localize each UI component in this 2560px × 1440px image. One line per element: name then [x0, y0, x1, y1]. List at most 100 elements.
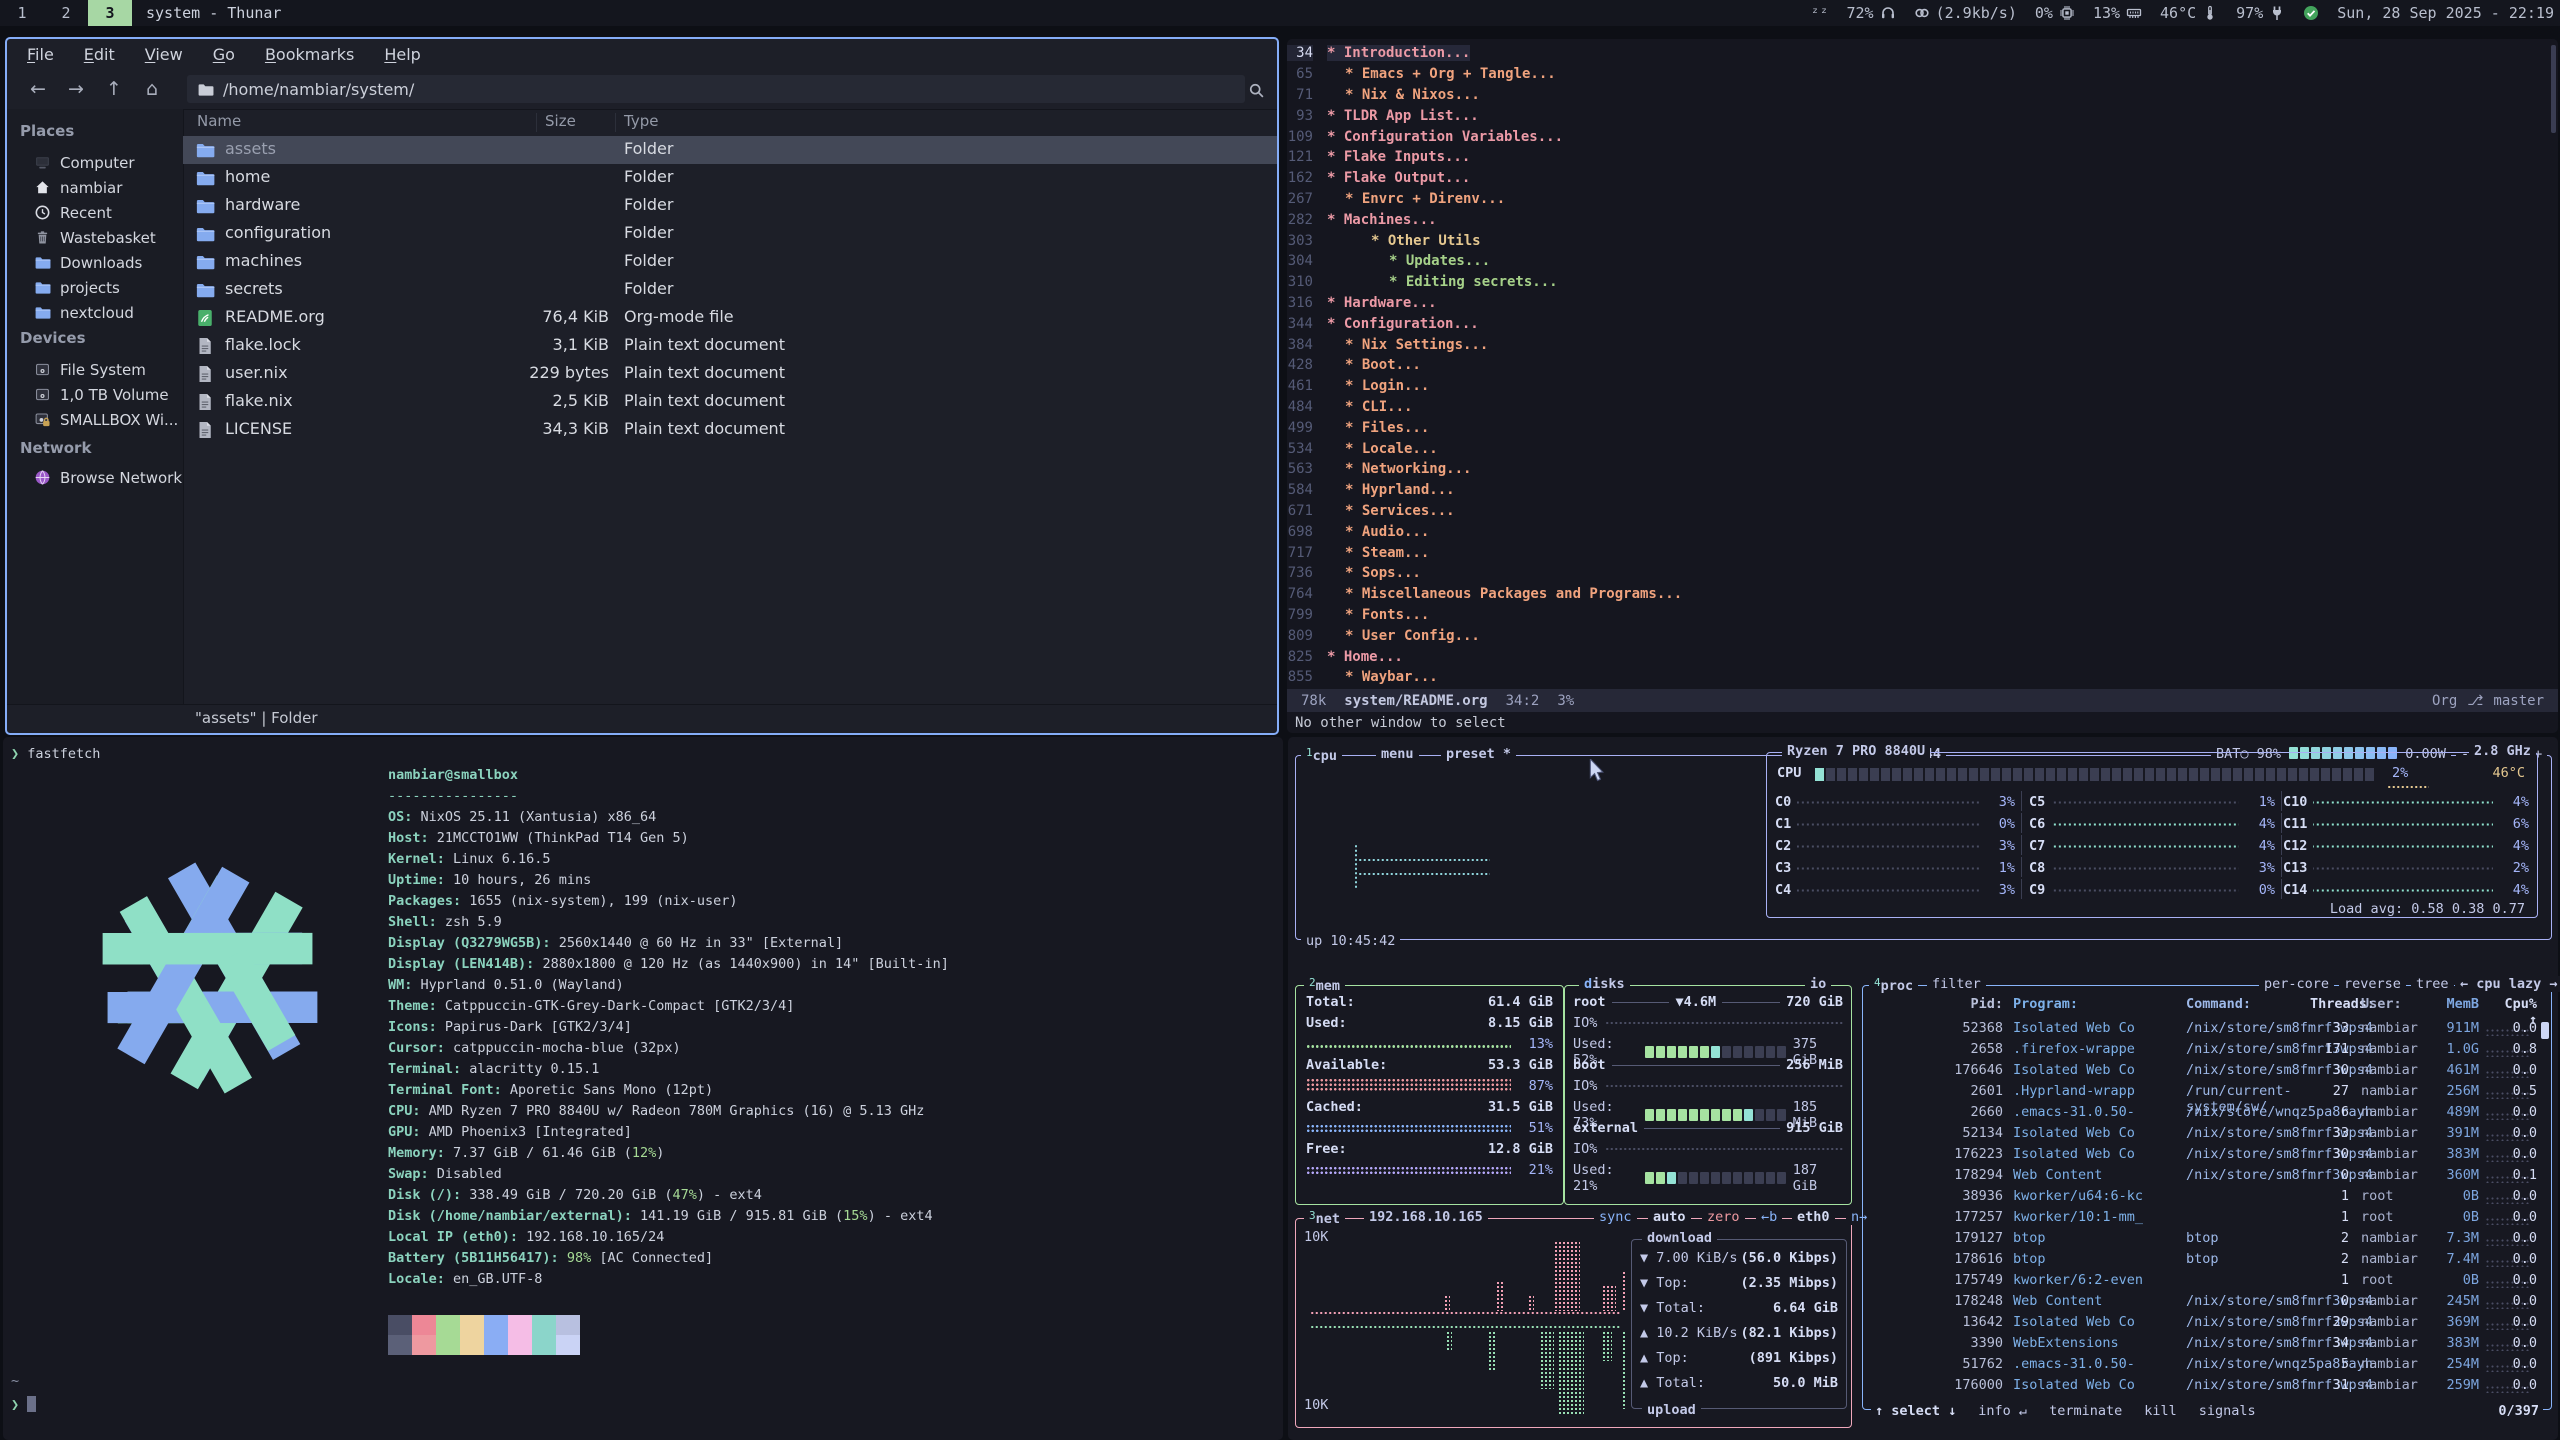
header-pid[interactable]: Pid:: [1879, 996, 2003, 1012]
file-row-secrets[interactable]: secretsFolder: [183, 276, 1277, 304]
fastfetch-disk-: Disk (/): 338.49 GiB / 720.20 GiB (47%) …: [388, 1185, 762, 1206]
proc-box-title[interactable]: 4proc: [1869, 976, 1918, 994]
menu-help[interactable]: Help: [384, 45, 420, 64]
cpu-inner-box: Ryzen 7 PRO 8840U2.8 GHzCPU2%46°CC03%C10…: [1766, 752, 2538, 918]
column-name[interactable]: Name: [197, 112, 241, 130]
file-row-flake-nix[interactable]: flake.nix2,5 KiBPlain text document: [183, 388, 1277, 416]
module-idle[interactable]: ᶻᶻ: [1810, 4, 1828, 22]
process-row-3390[interactable]: 3390WebExtensions/nix/store/sm8fmrf3wps4…: [1863, 1335, 2551, 1356]
sidebar-item-downloads[interactable]: Downloads: [7, 250, 183, 275]
path-bar[interactable]: /home/nambiar/system/: [187, 75, 1245, 103]
menu-edit[interactable]: Edit: [84, 45, 115, 64]
process-row-176646[interactable]: 176646Isolated Web Co/nix/store/sm8fmrf3…: [1863, 1062, 2551, 1083]
process-row-178294[interactable]: 178294Web Content/nix/store/sm8fmrf3wps4…: [1863, 1167, 2551, 1188]
sidebar-item-smallbox-wi-[interactable]: SMALLBOX Wi...: [7, 407, 183, 432]
process-row-179127[interactable]: 179127btopbtop2nambiar7.3M0.0: [1863, 1230, 2551, 1251]
preset-button[interactable]: preset *: [1441, 746, 1516, 762]
back-button[interactable]: ←: [19, 74, 57, 104]
process-row-2658[interactable]: 2658.firefox-wrappe/nix/store/sm8fmrf3wp…: [1863, 1041, 2551, 1062]
file-row-configuration[interactable]: configurationFolder: [183, 220, 1277, 248]
module-network[interactable]: (2.9kb/s): [1914, 4, 2017, 22]
menu-button[interactable]: menu: [1376, 746, 1419, 762]
sidebar-item-nambiar[interactable]: nambiar: [7, 175, 183, 200]
up-button[interactable]: ↑: [95, 74, 133, 104]
net-control-b[interactable]: ←b: [1756, 1209, 1782, 1225]
net-control-auto[interactable]: auto: [1648, 1209, 1691, 1225]
header-mem[interactable]: MemB: [2419, 996, 2479, 1012]
signals-control[interactable]: signals: [2199, 1403, 2256, 1419]
process-row-176223[interactable]: 176223Isolated Web Co/nix/store/sm8fmrf3…: [1863, 1146, 2551, 1167]
file-row-hardware[interactable]: hardwareFolder: [183, 192, 1277, 220]
fastfetch-local-ip-eth0-: Local IP (eth0): 192.168.10.165/24: [388, 1227, 664, 1248]
file-row-flake-lock[interactable]: flake.lock3,1 KiBPlain text document: [183, 332, 1277, 360]
filter-button[interactable]: filter: [1927, 976, 1986, 992]
module-memory[interactable]: 13%: [2093, 4, 2142, 22]
mem-box-title[interactable]: 2mem: [1304, 976, 1345, 994]
process-row-2660[interactable]: 2660.emacs-31.0.50-/nix/store/wnqz5pa8ra…: [1863, 1104, 2551, 1125]
select-control[interactable]: ↑ select ↓: [1875, 1403, 1956, 1419]
sidebar-item-file-system[interactable]: File System: [7, 357, 183, 382]
sidebar-item-browse-network[interactable]: Browse Network: [7, 465, 183, 490]
process-row-178616[interactable]: 178616btopbtop2nambiar7.4M0.0: [1863, 1251, 2551, 1272]
sort-column[interactable]: ← cpu lazy →: [2455, 976, 2560, 992]
reverse-toggle[interactable]: reverse: [2339, 976, 2406, 992]
info-control[interactable]: info ↵: [1978, 1403, 2027, 1419]
file-row-readme-org[interactable]: README.org76,4 KiBOrg-mode file: [183, 304, 1277, 332]
sidebar-item-wastebasket[interactable]: Wastebasket: [7, 225, 183, 250]
sidebar-item-recent[interactable]: Recent: [7, 200, 183, 225]
process-row-52134[interactable]: 52134Isolated Web Co/nix/store/sm8fmrf3w…: [1863, 1125, 2551, 1146]
module-volume[interactable]: 72%: [1847, 4, 1896, 22]
kill-control[interactable]: kill: [2144, 1403, 2177, 1419]
file-row-user-nix[interactable]: user.nix229 bytesPlain text document: [183, 360, 1277, 388]
per-core-toggle[interactable]: per-core: [2259, 976, 2334, 992]
net-control-eth0[interactable]: eth0: [1792, 1209, 1835, 1225]
module-memory-text: 13%: [2093, 4, 2120, 22]
net-control-sync[interactable]: sync: [1594, 1209, 1637, 1225]
tree-toggle[interactable]: tree: [2411, 976, 2454, 992]
file-row-assets[interactable]: assetsFolder: [183, 136, 1277, 164]
process-row-176000[interactable]: 176000Isolated Web Co/nix/store/sm8fmrf3…: [1863, 1377, 2551, 1398]
file-row-home[interactable]: homeFolder: [183, 164, 1277, 192]
sidebar-item-1-0-tb-volume[interactable]: 1,0 TB Volume: [7, 382, 183, 407]
search-button[interactable]: [1243, 77, 1269, 103]
line-number: 825: [1287, 649, 1313, 665]
sidebar-item-nextcloud[interactable]: nextcloud: [7, 300, 183, 325]
menu-view[interactable]: View: [145, 45, 183, 64]
disks-box-title[interactable]: disks: [1579, 976, 1630, 992]
workspace-2[interactable]: 2: [44, 0, 88, 26]
column-type[interactable]: Type: [624, 112, 658, 130]
module-temperature[interactable]: 46°C: [2160, 4, 2218, 22]
process-row-175749[interactable]: 175749kworker/6:2-even1root0B0.0: [1863, 1272, 2551, 1293]
sidebar-item-computer[interactable]: Computer: [7, 150, 183, 175]
workspace-1[interactable]: 1: [0, 0, 44, 26]
process-row-178248[interactable]: 178248Web Content/nix/store/sm8fmrf3wps4…: [1863, 1293, 2551, 1314]
home-button[interactable]: ⌂: [133, 74, 171, 104]
module-status-ok[interactable]: [2303, 5, 2319, 21]
net-box-title[interactable]: 3net: [1304, 1209, 1345, 1227]
cpu-box-title[interactable]: 1cpu: [1301, 746, 1342, 764]
sidebar-item-projects[interactable]: projects: [7, 275, 183, 300]
io-toggle[interactable]: io: [1805, 976, 1831, 992]
emacs-scrollbar[interactable]: [2551, 45, 2556, 133]
process-row-2601[interactable]: 2601.Hyprland-wrapp/run/current-system/s…: [1863, 1083, 2551, 1104]
menu-bookmarks[interactable]: Bookmarks: [265, 45, 354, 64]
net-control-zero[interactable]: zero: [1702, 1209, 1745, 1225]
file-row-license[interactable]: LICENSE34,3 KiBPlain text document: [183, 416, 1277, 444]
module-battery[interactable]: 97%: [2236, 4, 2285, 22]
workspace-3[interactable]: 3: [88, 0, 132, 26]
proc-scrollbar-thumb[interactable]: [2541, 1022, 2549, 1039]
terminate-control[interactable]: terminate: [2049, 1403, 2122, 1419]
forward-button[interactable]: →: [57, 74, 95, 104]
menu-file[interactable]: File: [27, 45, 54, 64]
file-row-machines[interactable]: machinesFolder: [183, 248, 1277, 276]
process-row-52368[interactable]: 52368Isolated Web Co/nix/store/sm8fmrf3w…: [1863, 1020, 2551, 1041]
process-row-177257[interactable]: 177257kworker/10:1-mm_1root0B0.0: [1863, 1209, 2551, 1230]
module-cpu[interactable]: 0%: [2035, 4, 2075, 22]
menu-go[interactable]: Go: [213, 45, 235, 64]
header-program[interactable]: Program:: [2013, 996, 2181, 1012]
org-heading-text: * Home...: [1327, 649, 1403, 665]
process-row-38936[interactable]: 38936kworker/u64:6-kc1root0B0.0: [1863, 1188, 2551, 1209]
process-row-13642[interactable]: 13642Isolated Web Co/nix/store/sm8fmrf3w…: [1863, 1314, 2551, 1335]
column-size[interactable]: Size: [545, 112, 576, 130]
process-row-51762[interactable]: 51762.emacs-31.0.50-/nix/store/wnqz5pa8r…: [1863, 1356, 2551, 1377]
